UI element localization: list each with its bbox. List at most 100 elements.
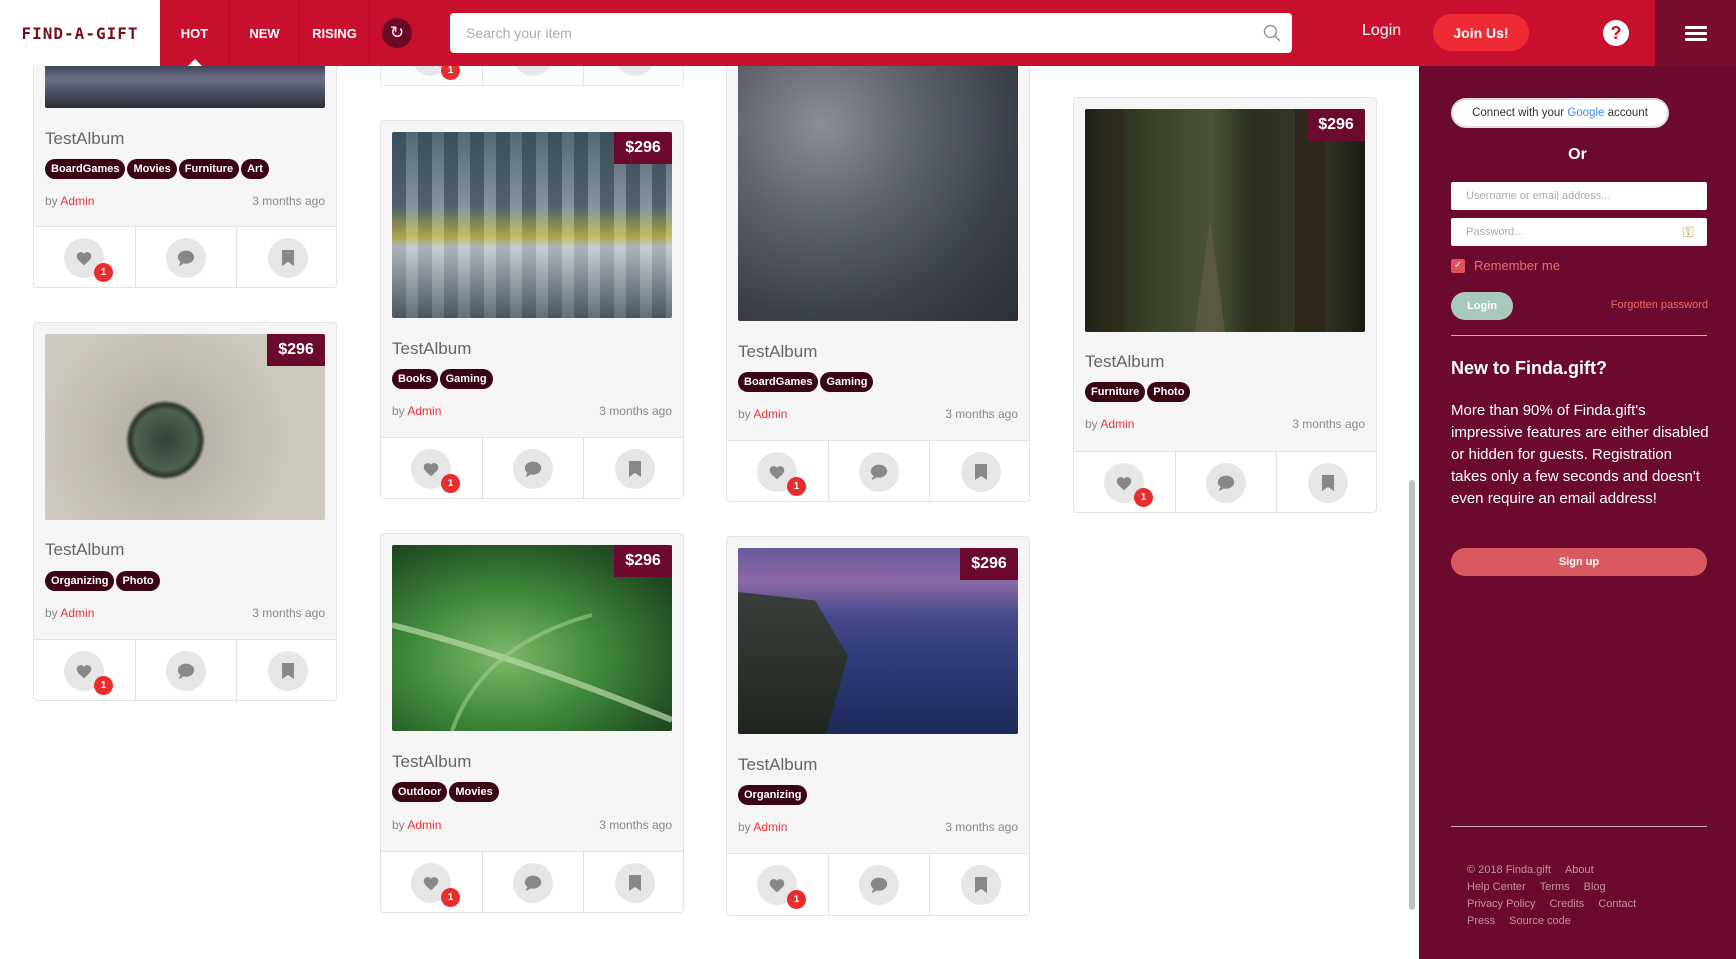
gift-card[interactable]: TestAlbum BoardGames Movies Furniture Ar… bbox=[33, 40, 337, 288]
like-button[interactable]: 1 bbox=[1074, 452, 1176, 512]
tag[interactable]: Organizing bbox=[738, 785, 808, 805]
card-title[interactable]: TestAlbum bbox=[738, 755, 817, 775]
signup-button[interactable]: Sign up bbox=[1451, 548, 1707, 576]
tab-rising[interactable]: RISING bbox=[300, 0, 370, 66]
card-title[interactable]: TestAlbum bbox=[1085, 352, 1164, 372]
footer-link-credits[interactable]: Credits bbox=[1549, 898, 1584, 910]
price-badge: $296 bbox=[267, 334, 325, 366]
help-icon[interactable]: ? bbox=[1603, 20, 1629, 46]
join-button[interactable]: Join Us! bbox=[1433, 14, 1529, 51]
author-link[interactable]: Admin bbox=[60, 606, 94, 620]
tab-new[interactable]: NEW bbox=[230, 0, 300, 66]
card-title[interactable]: TestAlbum bbox=[45, 540, 124, 560]
comment-button[interactable] bbox=[136, 227, 238, 287]
like-button[interactable]: 1 bbox=[727, 854, 829, 915]
byline-prefix: by bbox=[392, 404, 408, 418]
like-button[interactable]: 1 bbox=[34, 640, 136, 700]
tag[interactable]: Gaming bbox=[820, 372, 874, 392]
card-image[interactable]: $296 bbox=[392, 132, 672, 318]
card-image[interactable] bbox=[738, 41, 1018, 321]
gift-card[interactable]: $296 TestAlbum Books Gaming by Admin 3 m… bbox=[380, 120, 684, 499]
card-image[interactable]: $296 bbox=[392, 545, 672, 731]
author-link[interactable]: Admin bbox=[753, 820, 787, 834]
tag[interactable]: Outdoor bbox=[392, 782, 448, 802]
username-input[interactable] bbox=[1451, 182, 1707, 210]
tag[interactable]: Furniture bbox=[178, 159, 240, 179]
author-link[interactable]: Admin bbox=[753, 407, 787, 421]
key-icon[interactable]: ⚿ bbox=[1683, 224, 1707, 241]
card-title[interactable]: TestAlbum bbox=[45, 129, 124, 149]
tag[interactable]: Movies bbox=[449, 782, 499, 802]
tag[interactable]: Furniture bbox=[1085, 382, 1146, 402]
tag[interactable]: Art bbox=[241, 159, 269, 179]
tab-hot[interactable]: HOT bbox=[160, 0, 230, 66]
forgot-password-link[interactable]: Forgotten password bbox=[1611, 299, 1708, 311]
gift-card[interactable]: $296 TestAlbum Furniture Photo by Admin … bbox=[1073, 97, 1377, 513]
search-input[interactable] bbox=[450, 13, 1252, 53]
comment-button[interactable] bbox=[136, 640, 238, 700]
scrollbar[interactable] bbox=[1409, 480, 1415, 910]
tag[interactable]: Organizing bbox=[45, 571, 115, 591]
author-link[interactable]: Admin bbox=[60, 194, 94, 208]
footer-link-blog[interactable]: Blog bbox=[1584, 881, 1606, 893]
gift-card[interactable]: TestAlbum BoardGames Gaming by Admin 3 m… bbox=[726, 40, 1030, 502]
bookmark-button[interactable] bbox=[237, 227, 336, 287]
like-button[interactable]: 1 bbox=[34, 227, 136, 287]
byline: by Admin bbox=[738, 820, 787, 834]
comment-button[interactable] bbox=[829, 854, 931, 915]
card-image[interactable]: $296 bbox=[1085, 109, 1365, 332]
bookmark-button[interactable] bbox=[237, 640, 336, 700]
comment-button[interactable] bbox=[483, 852, 585, 912]
tag[interactable]: Books bbox=[392, 369, 438, 389]
remember-checkbox[interactable]: ✓ bbox=[1451, 258, 1465, 273]
like-button[interactable]: 1 bbox=[381, 852, 483, 912]
author-link[interactable]: Admin bbox=[407, 404, 441, 418]
footer-link-help[interactable]: Help Center bbox=[1467, 881, 1526, 893]
footer-link-contact[interactable]: Contact bbox=[1598, 898, 1636, 910]
bookmark-button[interactable] bbox=[584, 438, 683, 498]
comment-button[interactable] bbox=[829, 441, 931, 501]
author-link[interactable]: Admin bbox=[1100, 417, 1134, 431]
login-link[interactable]: Login bbox=[1362, 22, 1401, 40]
card-image[interactable]: $296 bbox=[45, 334, 325, 520]
tag-list: Organizing Photo bbox=[45, 571, 160, 591]
tag[interactable]: Photo bbox=[1147, 382, 1191, 402]
comment-icon bbox=[524, 875, 542, 891]
refresh-icon[interactable]: ↻ bbox=[382, 18, 412, 48]
footer-link-privacy[interactable]: Privacy Policy bbox=[1467, 898, 1535, 910]
comment-button[interactable] bbox=[1176, 452, 1278, 512]
comment-button[interactable] bbox=[483, 438, 585, 498]
author-link[interactable]: Admin bbox=[407, 818, 441, 832]
tag[interactable]: BoardGames bbox=[45, 159, 126, 179]
hamburger-menu-button[interactable] bbox=[1655, 0, 1736, 66]
bookmark-button[interactable] bbox=[584, 852, 683, 912]
logo[interactable]: FIND-A-GIFT bbox=[0, 0, 160, 66]
tag[interactable]: Gaming bbox=[439, 369, 493, 389]
like-button[interactable]: 1 bbox=[727, 441, 829, 501]
login-button[interactable]: Login bbox=[1451, 292, 1513, 320]
card-image[interactable]: $296 bbox=[738, 548, 1018, 734]
remember-me[interactable]: ✓ Remember me bbox=[1451, 258, 1560, 273]
footer-link-source[interactable]: Source code bbox=[1509, 915, 1571, 927]
heart-icon bbox=[424, 876, 439, 890]
bookmark-button[interactable] bbox=[1277, 452, 1376, 512]
card-title[interactable]: TestAlbum bbox=[738, 342, 817, 362]
gift-card[interactable]: $296 TestAlbum Organizing by Admin 3 mon… bbox=[726, 536, 1030, 916]
tag[interactable]: BoardGames bbox=[738, 372, 819, 392]
footer-link-press[interactable]: Press bbox=[1467, 915, 1495, 927]
google-connect-button[interactable]: Connect with your Google account bbox=[1451, 98, 1669, 128]
footer-link-terms[interactable]: Terms bbox=[1540, 881, 1570, 893]
search-icon[interactable] bbox=[1252, 24, 1292, 42]
gift-card[interactable]: $296 TestAlbum Outdoor Movies by Admin 3… bbox=[380, 533, 684, 913]
heart-icon bbox=[77, 251, 92, 265]
like-button[interactable]: 1 bbox=[381, 438, 483, 498]
card-title[interactable]: TestAlbum bbox=[392, 339, 471, 359]
tag[interactable]: Movies bbox=[127, 159, 177, 179]
password-input[interactable] bbox=[1451, 218, 1683, 246]
tag[interactable]: Photo bbox=[116, 571, 160, 591]
card-title[interactable]: TestAlbum bbox=[392, 752, 471, 772]
gift-card[interactable]: $296 TestAlbum Organizing Photo by Admin… bbox=[33, 322, 337, 701]
bookmark-button[interactable] bbox=[930, 854, 1029, 915]
footer-link-about[interactable]: About bbox=[1565, 864, 1594, 876]
bookmark-button[interactable] bbox=[930, 441, 1029, 501]
